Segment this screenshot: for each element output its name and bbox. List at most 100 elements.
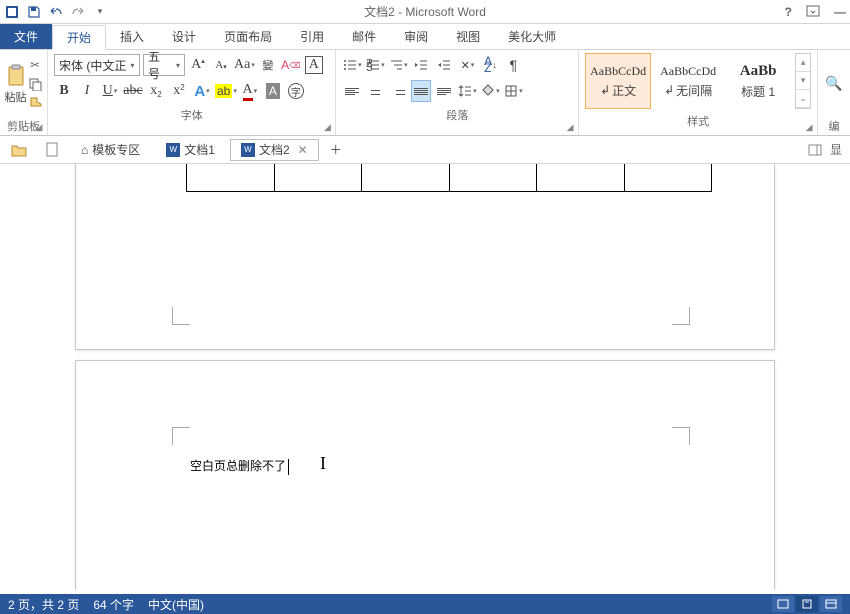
new-tab-icon[interactable]: ＋ xyxy=(323,139,349,161)
minimize-icon[interactable]: — xyxy=(834,5,846,19)
align-left-icon[interactable] xyxy=(342,80,362,102)
status-page[interactable]: 2 页，共 2 页 xyxy=(8,596,79,613)
group-clipboard: 粘贴 ✂ 剪贴板 ◢ xyxy=(0,50,48,135)
document-area[interactable]: 空白页总删除不了 I xyxy=(0,164,850,590)
text-cursor-icon xyxy=(288,459,289,475)
align-distribute-icon[interactable] xyxy=(434,80,454,102)
status-word-count[interactable]: 64 个字 xyxy=(93,596,134,613)
clear-formatting-icon[interactable]: A⌫ xyxy=(281,54,301,76)
crop-mark-icon xyxy=(672,427,690,445)
view-web-icon[interactable] xyxy=(820,596,842,612)
change-case-icon[interactable]: Aa▾ xyxy=(234,54,255,76)
style-normal[interactable]: AaBbCcDd ↲正文 xyxy=(585,53,651,109)
redo-icon[interactable] xyxy=(70,4,86,20)
subscript-button[interactable]: x2 xyxy=(146,80,166,102)
qat-more-icon[interactable]: ▾ xyxy=(92,4,108,20)
tab-mailings[interactable]: 邮件 xyxy=(338,24,390,49)
font-launcher-icon[interactable]: ◢ xyxy=(321,121,333,133)
table-row[interactable] xyxy=(186,164,712,192)
multilevel-list-icon[interactable]: ▾ xyxy=(388,54,408,76)
crop-mark-icon xyxy=(172,307,190,325)
show-panel-label[interactable]: 显 xyxy=(830,141,842,158)
format-painter-icon[interactable] xyxy=(27,95,43,111)
grow-font-icon[interactable]: A▴ xyxy=(188,54,208,76)
numbering-icon[interactable]: 123▾ xyxy=(365,54,385,76)
text-effects-icon[interactable]: A▾ xyxy=(192,80,212,102)
status-language[interactable]: 中文(中国) xyxy=(148,596,204,613)
font-name-combo[interactable]: 宋体 (中文正▾ xyxy=(54,54,140,76)
borders-icon[interactable]: ▾ xyxy=(503,80,523,102)
phonetic-guide-icon[interactable]: 變 xyxy=(258,54,278,76)
superscript-button[interactable]: x2 xyxy=(169,80,189,102)
view-print-icon[interactable] xyxy=(796,596,818,612)
tab-doc2[interactable]: W文档2✕ xyxy=(230,139,319,161)
group-styles: AaBbCcDd ↲正文 AaBbCcDd ↲无间隔 AaBb 标题 1 ▴▾⌄… xyxy=(579,50,818,135)
tab-templates[interactable]: ⌂模板专区 xyxy=(70,139,151,161)
asian-layout-icon[interactable]: ✕▾ xyxy=(457,54,477,76)
new-doc-icon[interactable] xyxy=(38,139,66,161)
align-center-icon[interactable] xyxy=(365,80,385,102)
paste-button[interactable]: 粘贴 xyxy=(4,52,27,115)
character-border-icon[interactable]: A xyxy=(304,54,324,76)
styles-scroll[interactable]: ▴▾⌄ xyxy=(795,53,811,109)
tab-review[interactable]: 审阅 xyxy=(390,24,442,49)
clipboard-launcher-icon[interactable]: ◢ xyxy=(33,121,45,133)
ribbon-display-icon[interactable] xyxy=(806,5,820,19)
tab-insert[interactable]: 插入 xyxy=(106,24,158,49)
save-icon[interactable] xyxy=(26,4,42,20)
tab-file[interactable]: 文件 xyxy=(0,24,52,49)
italic-button[interactable]: I xyxy=(77,80,97,102)
increase-indent-icon[interactable] xyxy=(434,54,454,76)
tab-doc1[interactable]: W文档1 xyxy=(155,139,226,161)
tab-references[interactable]: 引用 xyxy=(286,24,338,49)
cut-icon[interactable]: ✂ xyxy=(27,57,43,73)
tab-beautify[interactable]: 美化大师 xyxy=(494,24,570,49)
font-size-combo[interactable]: 五号▾ xyxy=(143,54,185,76)
font-color-icon[interactable]: A▾ xyxy=(240,80,260,102)
tab-home[interactable]: 开始 xyxy=(52,25,106,50)
styles-launcher-icon[interactable]: ◢ xyxy=(803,121,815,133)
find-icon[interactable]: 🔍 xyxy=(825,75,842,92)
style-heading1[interactable]: AaBb 标题 1 xyxy=(725,53,791,109)
document-tabs: ⌂模板专区 W文档1 W文档2✕ ＋ 显 xyxy=(0,136,850,164)
enclose-characters-icon[interactable]: 字 xyxy=(286,80,306,102)
paragraph-launcher-icon[interactable]: ◢ xyxy=(564,121,576,133)
page-2: 空白页总删除不了 I xyxy=(75,360,775,590)
view-read-icon[interactable] xyxy=(772,596,794,612)
window-icon xyxy=(4,4,20,20)
align-justify-icon[interactable] xyxy=(411,80,431,102)
show-marks-icon[interactable]: ¶ xyxy=(503,54,523,76)
bold-button[interactable]: B xyxy=(54,80,74,102)
tab-design[interactable]: 设计 xyxy=(158,24,210,49)
group-paragraph: ▾ 123▾ ▾ ✕▾ AZ↓ ¶ ▾ ▾ ▾ 段落 ◢ xyxy=(336,50,579,135)
sort-icon[interactable]: AZ↓ xyxy=(480,54,500,76)
tab-layout[interactable]: 页面布局 xyxy=(210,24,286,49)
style-no-spacing[interactable]: AaBbCcDd ↲无间隔 xyxy=(655,53,721,109)
shading-icon[interactable]: ▾ xyxy=(480,80,500,102)
line-spacing-icon[interactable]: ▾ xyxy=(457,80,477,102)
character-shading-icon[interactable]: A xyxy=(263,80,283,102)
crop-mark-icon xyxy=(672,307,690,325)
document-body-text[interactable]: 空白页总删除不了 xyxy=(190,457,289,475)
highlight-icon[interactable]: ab▾ xyxy=(215,80,237,102)
bullets-icon[interactable]: ▾ xyxy=(342,54,362,76)
group-editing: 🔍 编 xyxy=(818,50,850,135)
show-panel-icon[interactable] xyxy=(808,144,822,156)
word-doc-icon: W xyxy=(241,143,255,157)
tab-view[interactable]: 视图 xyxy=(442,24,494,49)
window-title: 文档2 - Microsoft Word xyxy=(364,3,486,20)
underline-button[interactable]: U▾ xyxy=(100,80,120,102)
open-folder-icon[interactable] xyxy=(4,139,34,161)
ribbon: 粘贴 ✂ 剪贴板 ◢ 宋体 (中文正▾ 五号▾ A▴ A▾ Aa▾ 變 A⌫ A… xyxy=(0,50,850,136)
copy-icon[interactable] xyxy=(27,76,43,92)
group-font-label: 字体 xyxy=(52,104,331,124)
align-right-icon[interactable] xyxy=(388,80,408,102)
decrease-indent-icon[interactable] xyxy=(411,54,431,76)
undo-icon[interactable] xyxy=(48,4,64,20)
help-icon[interactable]: ? xyxy=(785,5,792,19)
shrink-font-icon[interactable]: A▾ xyxy=(211,54,231,76)
word-doc-icon: W xyxy=(166,143,180,157)
close-tab-icon[interactable]: ✕ xyxy=(298,143,308,157)
strikethrough-button[interactable]: abc xyxy=(123,80,143,102)
group-font: 宋体 (中文正▾ 五号▾ A▴ A▾ Aa▾ 變 A⌫ A B I U▾ abc… xyxy=(48,50,336,135)
